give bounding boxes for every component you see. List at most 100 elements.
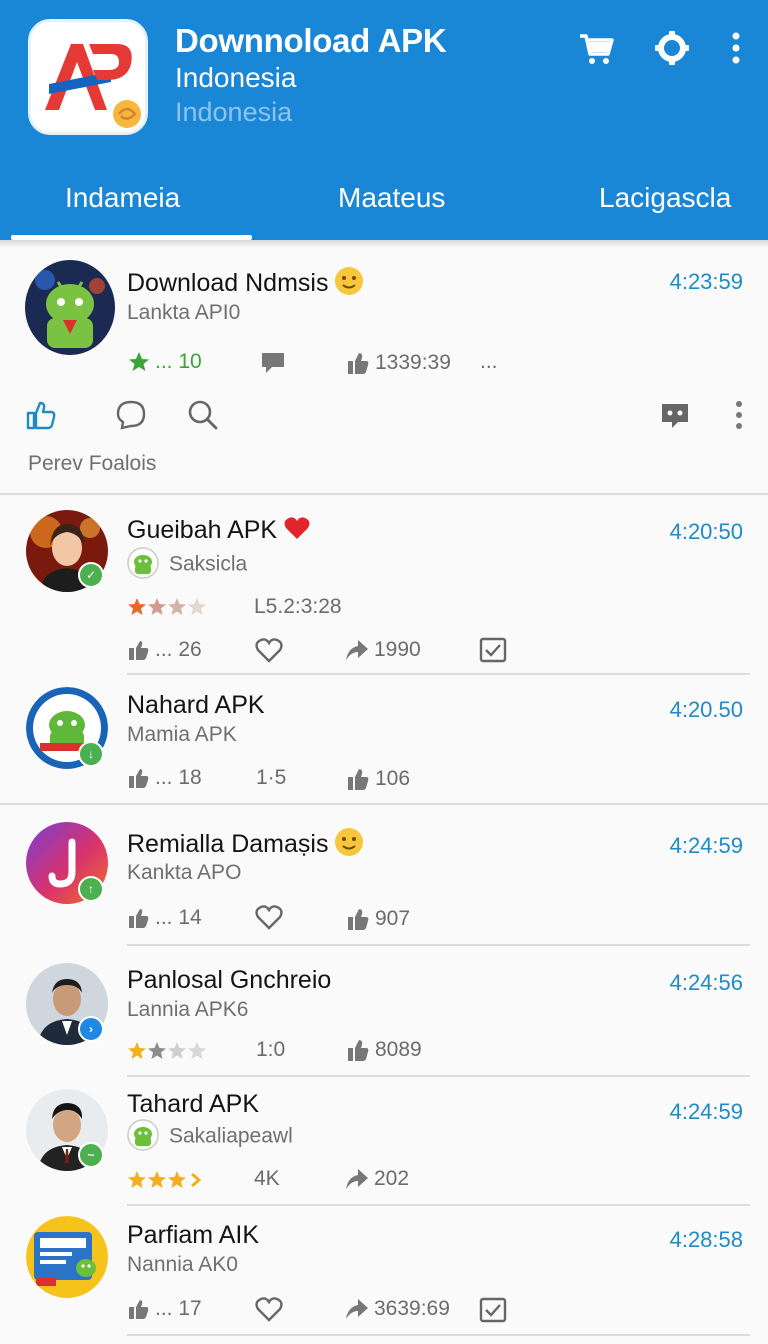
- app-logo[interactable]: [28, 19, 148, 135]
- item-time: 4:20:50: [669, 519, 743, 544]
- divider: [127, 1075, 750, 1077]
- item-footer-text[interactable]: Perev Foalois: [28, 452, 156, 476]
- comment-icon[interactable]: [258, 348, 288, 378]
- thumbs-up-icon: [129, 769, 149, 788]
- divider: [127, 1334, 750, 1336]
- shares-stat: 1990: [344, 638, 421, 662]
- item-title: Parfiam AIK: [127, 1221, 259, 1249]
- heart-icon: [283, 515, 311, 548]
- thumbs-up-icon: [129, 641, 149, 660]
- thumbs-up-icon: [129, 1300, 149, 1319]
- checkbox-icon[interactable]: [478, 1296, 508, 1324]
- version-text: L5.2:3:28: [254, 595, 342, 618]
- ratio-text: 1:0: [256, 1038, 286, 1061]
- star-rating: [127, 1170, 207, 1190]
- smiley-icon: [334, 827, 364, 864]
- item-time: 4:24:59: [669, 833, 743, 858]
- item-title: Gueibah APK: [127, 515, 311, 548]
- likes-stat: ... 26: [127, 638, 202, 662]
- item-subtitle: Lannia APK6: [127, 998, 249, 1021]
- item-title: Nahard APK: [127, 691, 265, 719]
- app-title: Downnoload APK: [175, 22, 447, 59]
- count-text: 4K: [254, 1167, 280, 1190]
- cart-icon[interactable]: [576, 28, 616, 68]
- tab-bar: Indameia Maateus Lacigascla: [0, 160, 768, 240]
- views-stat: 1339:39: [345, 350, 451, 376]
- divider: [0, 803, 768, 805]
- search-icon[interactable]: [186, 398, 220, 432]
- thumbs-stat: 8089: [345, 1037, 422, 1063]
- shares-stat: 202: [344, 1167, 409, 1191]
- more-vert-icon[interactable]: [716, 28, 756, 68]
- ratio-text: 1·5: [256, 766, 287, 789]
- likes-stat: ... 18: [127, 766, 202, 790]
- tab-indameia[interactable]: Indameia: [65, 182, 180, 214]
- shares-stat: 3639:69: [344, 1297, 450, 1321]
- thumbs-up-icon: [348, 1040, 369, 1061]
- smiley-icon: [334, 266, 364, 303]
- item-title: Remialla Damaṣis: [127, 827, 364, 864]
- app-region: Indonesia: [175, 97, 293, 127]
- thumbs-up-icon: [348, 769, 369, 790]
- star-icon: [128, 1042, 206, 1059]
- item-title: Download Ndmsis: [127, 266, 364, 303]
- star-rating: [127, 597, 207, 617]
- share-icon: [346, 1169, 368, 1189]
- online-badge: ↑: [78, 876, 104, 902]
- star-icon: [129, 352, 149, 371]
- chat-bubble-icon[interactable]: [114, 398, 148, 432]
- item-subtitle: Lankta API0: [127, 301, 241, 324]
- star-icon: [128, 598, 206, 615]
- star-icon: [128, 1171, 202, 1188]
- header-shadow: [0, 240, 768, 248]
- thumbs-up-icon: [348, 909, 369, 930]
- thumbs-stat: 907: [345, 906, 410, 932]
- gear-icon[interactable]: [652, 28, 692, 68]
- item-subtitle: Mamia APK: [127, 723, 237, 746]
- heart-outline-icon[interactable]: [254, 902, 284, 932]
- tab-maateus[interactable]: Maateus: [338, 182, 445, 214]
- more-dots[interactable]: ...: [480, 350, 498, 374]
- item-subtitle: Sakaliapeawl: [127, 1119, 293, 1153]
- checkbox-icon[interactable]: [478, 636, 508, 664]
- heart-outline-icon[interactable]: [254, 635, 284, 665]
- message-icon[interactable]: [658, 398, 692, 432]
- rating-stat: ... 10: [127, 350, 202, 374]
- online-badge: ✓: [78, 562, 104, 588]
- item-subtitle: Kankta APO: [127, 861, 242, 884]
- item-time: 4:24:59: [669, 1099, 743, 1124]
- item-title: Tahard APK: [127, 1090, 260, 1118]
- mini-android-icon: [127, 1119, 159, 1151]
- mini-android-icon: [127, 547, 159, 579]
- divider: [127, 673, 750, 675]
- item-time: 4:24:56: [669, 970, 743, 995]
- likes-stat: ... 17: [127, 1297, 202, 1321]
- divider: [127, 944, 750, 946]
- app-subtitle: Indonesia: [175, 62, 297, 93]
- item-title: Panlosal Gnchreio: [127, 966, 332, 994]
- app-header: Downnoload APK Indonesia Indonesia Indam…: [0, 0, 768, 240]
- thumbs-up-icon: [348, 353, 369, 374]
- avatar: [25, 260, 115, 355]
- item-time: 4:28:58: [669, 1227, 743, 1252]
- like-outline-icon[interactable]: [24, 398, 58, 432]
- thumbs-stat: 106: [345, 766, 410, 792]
- thumbs-up-icon: [129, 909, 149, 928]
- share-icon: [346, 1299, 368, 1319]
- item-subtitle: Saksicla: [127, 547, 247, 581]
- avatar: [26, 1216, 108, 1298]
- online-badge: ↓: [78, 741, 104, 767]
- more-vert-icon[interactable]: [722, 398, 756, 432]
- likes-stat: ... 14: [127, 906, 202, 930]
- heart-outline-icon[interactable]: [254, 1294, 284, 1324]
- verified-badge: ›: [78, 1016, 104, 1042]
- item-time: 4:20.50: [669, 697, 743, 722]
- online-badge: ~: [78, 1142, 104, 1168]
- share-icon: [346, 640, 368, 660]
- divider: [127, 1204, 750, 1206]
- item-time: 4:23:59: [669, 269, 743, 294]
- divider: [0, 493, 768, 495]
- tab-lacigascla[interactable]: Lacigascla: [599, 182, 731, 214]
- item-subtitle: Nannia AK0: [127, 1253, 238, 1276]
- star-rating: [127, 1041, 207, 1061]
